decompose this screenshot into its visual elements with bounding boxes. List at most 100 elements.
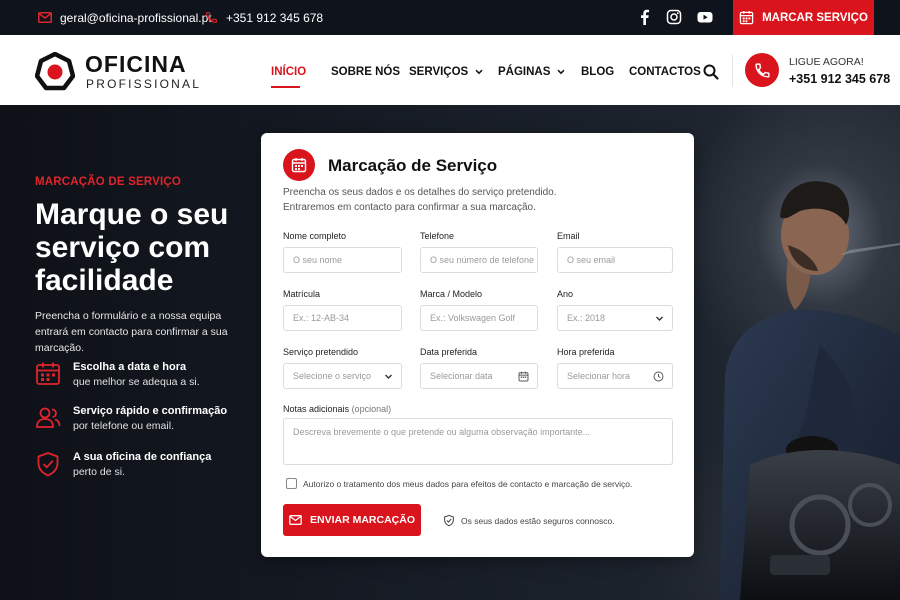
calendar-icon [739,10,754,25]
header-divider [732,55,733,87]
consent-checkbox[interactable] [286,478,297,489]
topbar-phone[interactable]: +351 912 345 678 [205,0,323,35]
feature-item: Serviço rápido e confirmação por telefon… [35,405,265,439]
calendar-icon [36,362,60,385]
logo-tagline: PROFISSIONAL [86,77,202,91]
call-number[interactable]: +351 912 345 678 [789,72,890,86]
email-placeholder: O seu email [567,255,616,265]
nav-active-indicator [271,86,300,88]
time-label: Hora preferida [557,347,615,357]
chevron-down-icon [475,69,483,75]
logo[interactable]: OFICINA PROFISSIONAL [35,49,199,93]
call-button[interactable] [745,53,779,87]
year-label: Ano [557,289,574,299]
phone-label: Telefone [420,231,455,241]
model-input[interactable]: Ex.: Volkswagen Golf [420,305,538,331]
service-label: Serviço pretendido [283,347,359,357]
form-title: Marcação de Serviço [328,156,498,175]
name-placeholder: O seu nome [293,255,343,265]
phone-icon [206,12,217,23]
year-placeholder: Ex.: 2018 [567,313,606,323]
topbar-email[interactable]: geral@oficina-profissional.pt [38,0,212,35]
phone-input[interactable]: O seu número de telefone [420,247,538,273]
submit-booking-button[interactable]: ENVIAR MARCAÇÃO [283,504,421,536]
nav-label: PÁGINAS [498,66,551,78]
plate-placeholder: Ex.: 12-AB-34 [293,313,350,323]
notes-optional-text: (opcional) [351,404,392,414]
hero-title: Marque o seu serviço com facilidade [35,198,229,297]
feature-subtitle: por telefone ou email. [73,420,174,432]
nav-item-blog[interactable]: BLOG [581,66,614,78]
nav-item-inicio[interactable]: INÍCIO [271,66,306,78]
feature-title: Serviço rápido e confirmação [73,405,228,417]
chevron-down-icon [557,69,565,75]
date-placeholder: Selecionar data [430,371,493,381]
booking-form-card: Marcação de Serviço Preencha os seus dad… [261,133,694,557]
notes-textarea[interactable]: Descreva brevemente o que pretende ou al… [283,418,673,465]
nav-item-sobre-nos[interactable]: SOBRE NÓS [331,66,400,78]
main-header: OFICINA PROFISSIONAL INÍCIO SOBRE NÓS SE… [0,35,900,105]
book-service-top-label: MARCAR SERVIÇO [762,11,868,24]
mechanic-photo [720,181,900,600]
users-icon [36,407,61,428]
topbar-phone-text: +351 912 345 678 [226,10,324,25]
time-placeholder: Selecionar hora [567,371,631,381]
consent-label[interactable]: Autorizo o tratamento dos meus dados par… [303,479,632,489]
hero-eyebrow: MARCAÇÃO DE SERVIÇO [35,176,182,188]
facebook-icon[interactable] [637,9,653,25]
phone-placeholder: O seu número de telefone [430,255,535,265]
form-description-line: Entraremos em contacto para confirmar a … [283,202,536,213]
call-label: LIGUE AGORA! [789,56,864,68]
phone-icon [754,62,770,78]
mail-icon [289,515,302,525]
plate-label: Matrícula [283,289,321,299]
instagram-icon[interactable] [666,9,682,25]
name-input[interactable]: O seu nome [283,247,402,273]
chevron-down-icon [656,316,663,321]
form-header-icon [283,149,315,181]
time-input[interactable]: Selecionar hora [557,363,673,389]
page: geral@oficina-profissional.pt +351 912 3… [0,0,900,600]
logo-name: OFICINA [85,51,187,77]
security-note-text: Os seus dados estão seguros connosco. [461,515,615,526]
notes-label-text: Notas adicionais [283,404,350,414]
plate-input[interactable]: Ex.: 12-AB-34 [283,305,402,331]
nav-item-contactos[interactable]: CONTACTOS [629,66,701,78]
feature-subtitle: perto de si. [73,466,125,478]
shield-check-icon [444,514,454,527]
submit-label: ENVIAR MARCAÇÃO [310,514,415,526]
calendar-icon [518,371,529,382]
shield-check-icon [37,452,59,477]
name-label: Nome completo [283,231,347,241]
mail-icon [38,12,52,23]
form-description-line: Preencha os seus dados e os detalhes do … [283,187,557,198]
year-select[interactable]: Ex.: 2018 [557,305,673,331]
feature-title: A sua oficina de confiança [73,451,212,463]
topbar-email-text: geral@oficina-profissional.pt [60,10,212,25]
nav-item-servicos[interactable]: SERVIÇOS [409,66,483,78]
top-bar: geral@oficina-profissional.pt +351 912 3… [0,0,900,35]
hero-text: Preencha o formulário e a nossa equipa e… [35,310,228,354]
calendar-icon [291,158,307,173]
form-description: Preencha os seus dados e os detalhes do … [283,185,583,215]
service-placeholder: Selecione o serviço [293,371,372,381]
feature-item: A sua oficina de confiança perto de si. [35,451,265,485]
model-placeholder: Ex.: Volkswagen Golf [430,313,516,323]
chevron-down-icon [385,374,392,379]
date-input[interactable]: Selecionar data [420,363,538,389]
nav-item-paginas[interactable]: PÁGINAS [498,66,565,78]
nav-label: SERVIÇOS [409,66,469,78]
model-label: Marca / Modelo [420,289,483,299]
search-icon[interactable] [703,64,719,80]
security-note: Os seus dados estão seguros connosco. [443,514,615,527]
email-label: Email [557,231,580,241]
notes-label: Notas adicionais (opcional) [283,404,391,414]
feature-item: Escolha a data e hora que melhor se adeq… [35,361,265,395]
email-input[interactable]: O seu email [557,247,673,273]
nav-label: SOBRE NÓS [331,66,401,78]
clock-icon [653,371,664,382]
book-service-top-button[interactable]: MARCAR SERVIÇO [733,0,874,35]
feature-subtitle: que melhor se adequa a si. [73,376,200,388]
service-select[interactable]: Selecione o serviço [283,363,402,389]
youtube-icon[interactable] [697,9,713,25]
